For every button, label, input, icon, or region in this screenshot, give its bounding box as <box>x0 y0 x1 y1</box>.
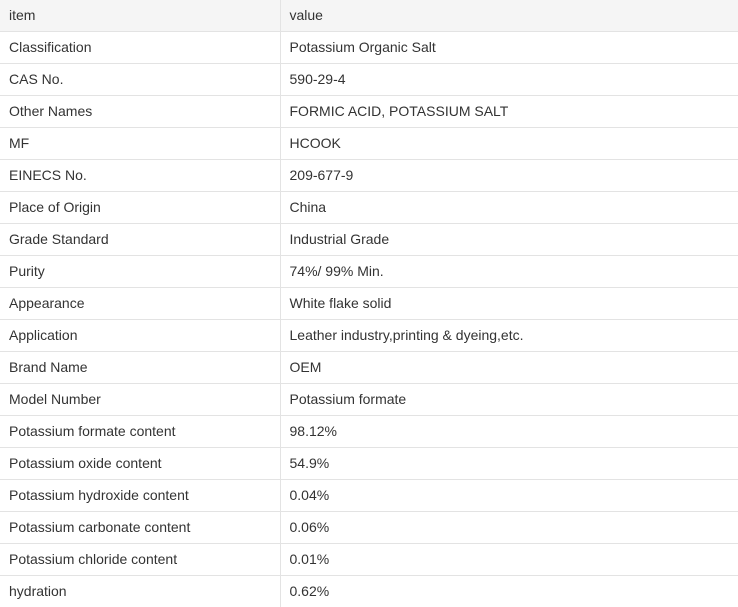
row-key: Potassium carbonate content <box>0 512 280 544</box>
row-value: 0.62% <box>280 576 738 607</box>
row-value: Potassium formate <box>280 384 738 416</box>
table-row: Grade StandardIndustrial Grade <box>0 224 738 256</box>
row-value: 0.06% <box>280 512 738 544</box>
row-value: Leather industry,printing & dyeing,etc. <box>280 320 738 352</box>
row-value: Potassium Organic Salt <box>280 32 738 64</box>
table-row: CAS No.590-29-4 <box>0 64 738 96</box>
spec-table: item value ClassificationPotassium Organ… <box>0 0 738 607</box>
row-key: Grade Standard <box>0 224 280 256</box>
table-row: Potassium hydroxide content0.04% <box>0 480 738 512</box>
table-row: hydration0.62% <box>0 576 738 607</box>
row-value: White flake solid <box>280 288 738 320</box>
table-row: ClassificationPotassium Organic Salt <box>0 32 738 64</box>
row-value: OEM <box>280 352 738 384</box>
row-key: hydration <box>0 576 280 607</box>
header-item: item <box>0 0 280 32</box>
table-row: Model NumberPotassium formate <box>0 384 738 416</box>
row-value: China <box>280 192 738 224</box>
row-key: Application <box>0 320 280 352</box>
row-value: FORMIC ACID, POTASSIUM SALT <box>280 96 738 128</box>
table-row: Potassium chloride content0.01% <box>0 544 738 576</box>
row-key: Model Number <box>0 384 280 416</box>
row-value: HCOOK <box>280 128 738 160</box>
row-key: Purity <box>0 256 280 288</box>
table-row: Place of OriginChina <box>0 192 738 224</box>
table-row: EINECS No.209-677-9 <box>0 160 738 192</box>
table-row: MFHCOOK <box>0 128 738 160</box>
table-header-row: item value <box>0 0 738 32</box>
row-key: CAS No. <box>0 64 280 96</box>
row-key: MF <box>0 128 280 160</box>
row-value: 0.04% <box>280 480 738 512</box>
row-key: Appearance <box>0 288 280 320</box>
row-value: 0.01% <box>280 544 738 576</box>
table-row: Potassium carbonate content0.06% <box>0 512 738 544</box>
table-row: Potassium oxide content54.9% <box>0 448 738 480</box>
table-row: Potassium formate content98.12% <box>0 416 738 448</box>
row-value: 209-677-9 <box>280 160 738 192</box>
row-value: 54.9% <box>280 448 738 480</box>
row-key: Potassium chloride content <box>0 544 280 576</box>
row-value: 98.12% <box>280 416 738 448</box>
row-key: Classification <box>0 32 280 64</box>
row-key: Potassium formate content <box>0 416 280 448</box>
row-value: Industrial Grade <box>280 224 738 256</box>
row-key: Potassium hydroxide content <box>0 480 280 512</box>
header-value: value <box>280 0 738 32</box>
spec-table-body: item value ClassificationPotassium Organ… <box>0 0 738 607</box>
table-row: Other NamesFORMIC ACID, POTASSIUM SALT <box>0 96 738 128</box>
row-value: 590-29-4 <box>280 64 738 96</box>
row-key: Other Names <box>0 96 280 128</box>
row-key: Potassium oxide content <box>0 448 280 480</box>
table-row: Brand NameOEM <box>0 352 738 384</box>
table-row: Purity74%/ 99% Min. <box>0 256 738 288</box>
row-key: Place of Origin <box>0 192 280 224</box>
table-row: AppearanceWhite flake solid <box>0 288 738 320</box>
row-value: 74%/ 99% Min. <box>280 256 738 288</box>
table-row: ApplicationLeather industry,printing & d… <box>0 320 738 352</box>
row-key: EINECS No. <box>0 160 280 192</box>
row-key: Brand Name <box>0 352 280 384</box>
